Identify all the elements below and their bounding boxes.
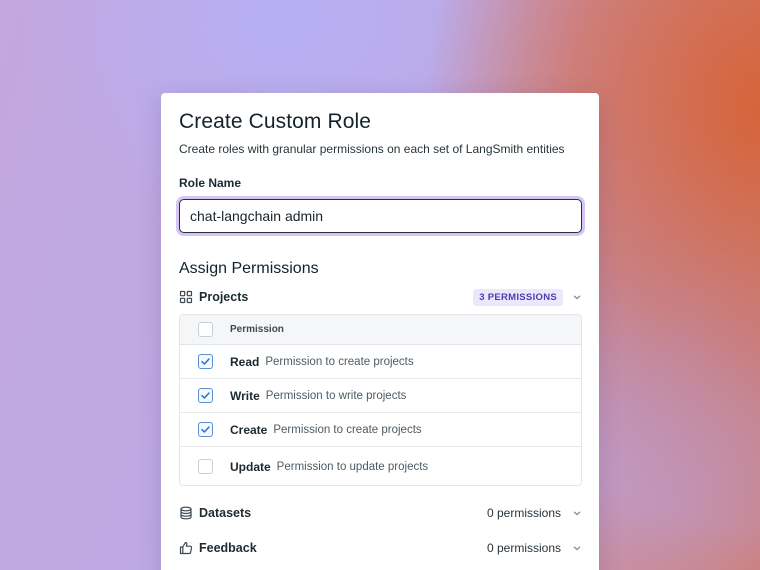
assign-permissions-title: Assign Permissions: [179, 260, 319, 277]
feedback-permission-count: 0 permissions: [486, 541, 561, 555]
table-row: Update Permission to update projects: [180, 447, 581, 485]
permissions-count-badge: 3 PERMISSIONS: [473, 288, 563, 306]
role-name-field: [179, 199, 582, 233]
permission-checkbox[interactable]: [197, 459, 213, 474]
permission-checkbox[interactable]: [197, 388, 213, 403]
check-icon: [200, 392, 210, 399]
thumbs-up-icon: [179, 541, 193, 555]
permission-name: Update: [230, 459, 271, 474]
select-all-checkbox[interactable]: [197, 322, 213, 337]
permission-description: Permission to update projects: [276, 460, 429, 473]
permission-checkbox[interactable]: [197, 422, 213, 437]
permission-column-header: Permission: [230, 324, 284, 335]
dialog-subtitle: Create roles with granular permissions o…: [179, 142, 565, 156]
table-row: Read Permission to create projects: [180, 345, 581, 379]
table-header: Permission: [180, 315, 581, 345]
grid-icon: [179, 290, 193, 304]
group-datasets-header[interactable]: Datasets 0 permissions: [179, 503, 582, 523]
database-icon: [179, 506, 193, 520]
permission-description: Permission to write projects: [265, 389, 407, 402]
role-name-label: Role Name: [179, 176, 242, 190]
create-role-dialog: Create Custom Role Create roles with gra…: [161, 93, 599, 570]
permission-checkbox[interactable]: [197, 354, 213, 369]
role-name-input[interactable]: [180, 200, 581, 232]
chevron-down-icon[interactable]: [572, 543, 582, 553]
table-row: Write Permission to write projects: [180, 379, 581, 413]
group-projects-header[interactable]: Projects 3 PERMISSIONS: [179, 287, 582, 307]
dialog-title: Create Custom Role: [179, 110, 372, 133]
permission-name: Write: [230, 388, 260, 403]
permission-name: Read: [230, 354, 260, 369]
group-feedback-header[interactable]: Feedback 0 permissions: [179, 538, 582, 558]
chevron-down-icon[interactable]: [572, 292, 582, 302]
permission-description: Permission to create projects: [273, 423, 422, 436]
table-row: Create Permission to create projects: [180, 413, 581, 447]
projects-permissions-table: Permission Read Permission to create proj…: [179, 314, 582, 486]
check-icon: [200, 358, 210, 365]
group-projects-label: Projects: [199, 290, 249, 304]
check-icon: [200, 426, 210, 433]
group-datasets-label: Datasets: [199, 506, 252, 520]
datasets-permission-count: 0 permissions: [486, 506, 561, 520]
group-feedback-label: Feedback: [199, 541, 257, 555]
permission-name: Create: [230, 422, 268, 437]
chevron-down-icon[interactable]: [572, 508, 582, 518]
permission-description: Permission to create projects: [265, 355, 414, 368]
